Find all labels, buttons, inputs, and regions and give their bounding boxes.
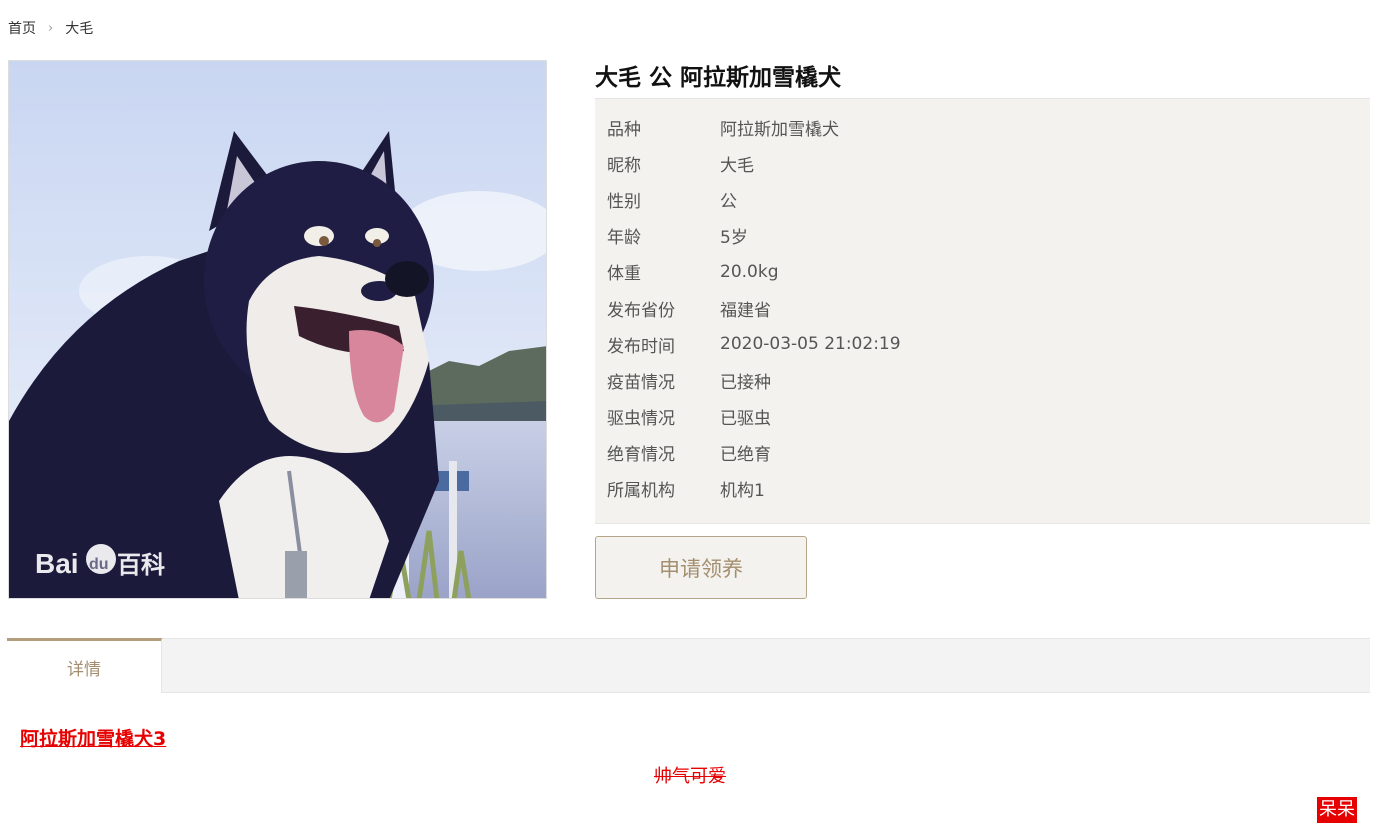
info-value: 公 <box>720 191 737 212</box>
svg-text:百科: 百科 <box>117 551 165 579</box>
info-row-vaccine: 疫苗情况 已接种 <box>595 362 1370 398</box>
info-row-age: 年龄 5岁 <box>595 218 1370 254</box>
info-value: 已绝育 <box>720 445 771 466</box>
info-label: 品种 <box>607 119 641 140</box>
pet-photo: Bai du 百科 <box>8 60 547 599</box>
info-row-deworm: 驱虫情况 已驱虫 <box>595 399 1370 435</box>
info-row-organization: 所属机构 机构1 <box>595 471 1370 507</box>
info-value: 机构1 <box>720 481 765 502</box>
info-label: 所属机构 <box>607 481 675 502</box>
info-row-weight: 体重 20.0kg <box>595 254 1370 290</box>
chevron-right-icon: › <box>48 20 54 36</box>
detail-heading: 阿拉斯加雪橇犬3 <box>20 728 167 750</box>
info-value: 福建省 <box>720 300 771 321</box>
tab-detail[interactable]: 详情 <box>7 638 162 693</box>
breadcrumb: 首页 › 大毛 <box>8 18 93 38</box>
info-label: 驱虫情况 <box>607 409 675 430</box>
info-label: 发布时间 <box>607 336 675 357</box>
info-row-publish-time: 发布时间 2020-03-05 21:02:19 <box>595 326 1370 362</box>
info-label: 体重 <box>607 264 641 285</box>
info-row-breed: 品种 阿拉斯加雪橇犬 <box>595 109 1370 145</box>
info-value: 阿拉斯加雪橇犬 <box>720 119 839 140</box>
breadcrumb-current: 大毛 <box>65 21 94 37</box>
pet-title: 大毛 公 阿拉斯加雪橇犬 <box>595 65 842 91</box>
info-label: 性别 <box>607 191 641 212</box>
tab-bar: 详情 <box>7 638 1370 693</box>
watermark-logo: Bai <box>35 548 79 579</box>
info-value: 已接种 <box>720 372 771 393</box>
info-row-gender: 性别 公 <box>595 181 1370 217</box>
breadcrumb-home[interactable]: 首页 <box>8 18 36 38</box>
info-value: 20.0kg <box>720 261 779 282</box>
info-row-province: 发布省份 福建省 <box>595 290 1370 326</box>
info-label: 昵称 <box>607 155 641 176</box>
info-row-sterilize: 绝育情况 已绝育 <box>595 435 1370 471</box>
info-label: 年龄 <box>607 228 641 249</box>
info-value: 2020-03-05 21:02:19 <box>720 334 901 355</box>
info-value: 已驱虫 <box>720 409 771 430</box>
detail-strike-text: 帅气可爱 <box>654 766 726 787</box>
info-value: 大毛 <box>720 155 754 176</box>
detail-badge: 呆呆 <box>1317 797 1357 823</box>
svg-text:du: du <box>89 556 109 573</box>
info-label: 绝育情况 <box>607 445 675 466</box>
info-label: 疫苗情况 <box>607 372 675 393</box>
pet-info-panel: 品种 阿拉斯加雪橇犬 昵称 大毛 性别 公 年龄 5岁 体重 20.0kg 发布… <box>595 98 1370 524</box>
info-value: 5岁 <box>720 228 748 249</box>
apply-adopt-button[interactable]: 申请领养 <box>595 536 807 599</box>
info-row-nickname: 昵称 大毛 <box>595 145 1370 181</box>
info-label: 发布省份 <box>607 300 675 321</box>
